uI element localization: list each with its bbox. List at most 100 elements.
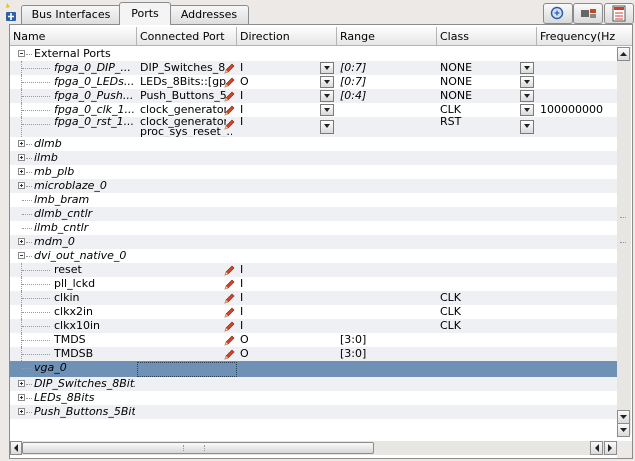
table-row[interactable]: fpga_0_LEDs... LEDs_8Bits::[gpi... O [0:7] N…: [10, 75, 617, 89]
class-dropdown[interactable]: [520, 120, 534, 134]
frequency-value: 100000000: [540, 103, 603, 116]
scroll-left-button[interactable]: [10, 441, 22, 455]
tree-expander-icon[interactable]: [18, 168, 25, 175]
edit-pencil-icon[interactable]: [223, 334, 235, 346]
edit-pencil-icon[interactable]: [223, 104, 235, 116]
class-value: CLK: [440, 103, 462, 116]
table-row[interactable]: reset I: [10, 263, 617, 277]
column-header-frequency[interactable]: Frequency(Hz: [537, 27, 632, 46]
edit-pencil-icon[interactable]: [223, 264, 235, 276]
direction-dropdown[interactable]: [320, 62, 334, 74]
table-row[interactable]: clkin I CLK: [10, 291, 617, 305]
connected-port-value: clock_generator...: [140, 103, 226, 116]
tab-bus-interfaces[interactable]: Bus Interfaces: [21, 5, 121, 24]
class-dropdown[interactable]: [520, 90, 534, 102]
tree-line: [22, 368, 32, 369]
direction-dropdown[interactable]: [320, 104, 334, 116]
table-row[interactable]: ilmb: [10, 151, 617, 165]
table-row[interactable]: dlmb: [10, 137, 617, 151]
class-dropdown[interactable]: [520, 62, 534, 74]
table-row[interactable]: DIP_Switches_8Bits: [10, 377, 617, 391]
table-row[interactable]: dvi_out_native_0: [10, 249, 617, 263]
tree-line: [26, 412, 32, 413]
tab-ports[interactable]: Ports: [119, 2, 171, 25]
tree-line: [22, 298, 50, 299]
horizontal-scroll-thumb[interactable]: [22, 442, 374, 454]
port-name: ilmb: [34, 151, 58, 164]
tree-expander-icon[interactable]: [18, 380, 25, 387]
table-row[interactable]: Push_Buttons_5Bits: [10, 405, 617, 419]
horizontal-scrollbar[interactable]: [10, 441, 617, 455]
class-dropdown[interactable]: [520, 104, 534, 116]
column-header-connected-port[interactable]: Connected Port: [137, 27, 237, 46]
scroll-up-button[interactable]: [617, 47, 630, 61]
table-row[interactable]: fpga_0_clk_1... clock_generator... I CLK 100…: [10, 103, 617, 117]
table-row[interactable]: TMDS O [3:0]: [10, 333, 617, 347]
tree-expander-icon[interactable]: [18, 238, 25, 245]
edit-pencil-icon[interactable]: [223, 320, 235, 332]
new-port-icon[interactable]: [4, 2, 20, 22]
table-row[interactable]: ilmb_cntlr: [10, 221, 617, 235]
tree-expander-icon[interactable]: [18, 154, 25, 161]
table-row[interactable]: mdm_0: [10, 235, 617, 249]
tab-addresses[interactable]: Addresses: [169, 5, 249, 24]
tree-expander-icon[interactable]: [18, 140, 25, 147]
table-row[interactable]: lmb_bram: [10, 193, 617, 207]
tab-label: Addresses: [180, 8, 238, 21]
edit-pencil-icon[interactable]: [223, 90, 235, 102]
tree-expander-icon[interactable]: [18, 394, 25, 401]
column-header-class[interactable]: Class: [437, 27, 537, 46]
edit-pencil-icon[interactable]: [223, 118, 235, 130]
scroll-down-end-button[interactable]: [617, 423, 630, 437]
tree-expander-icon[interactable]: [18, 50, 25, 57]
table-row[interactable]: TMDSB O [3:0]: [10, 347, 617, 361]
port-name: mdm_0: [34, 235, 75, 248]
tree-expander-icon[interactable]: [18, 252, 25, 259]
class-dropdown[interactable]: [520, 76, 534, 88]
column-header-range[interactable]: Range: [337, 27, 437, 46]
zoom-button[interactable]: [543, 3, 573, 24]
edit-pencil-icon[interactable]: [223, 348, 235, 360]
column-header-name[interactable]: Name: [10, 27, 137, 46]
edit-pencil-icon[interactable]: [223, 62, 235, 74]
class-value: NONE: [440, 61, 473, 74]
scroll-corner: [617, 441, 632, 458]
filter-button[interactable]: [604, 3, 634, 24]
vertical-scrollbar[interactable]: [617, 47, 631, 437]
class-value: NONE: [440, 75, 473, 88]
scroll-down-button[interactable]: [617, 410, 630, 424]
direction-dropdown[interactable]: [320, 120, 334, 134]
tree-expander-icon[interactable]: [18, 408, 25, 415]
edit-pencil-icon[interactable]: [223, 292, 235, 304]
table-row[interactable]: External Ports: [10, 47, 617, 61]
direction-dropdown[interactable]: [320, 76, 334, 88]
table-row[interactable]: fpga_0_rst_1...clock_generator...proc_sy…: [10, 117, 617, 137]
direction-value: I: [240, 277, 244, 290]
direction-dropdown[interactable]: [320, 90, 334, 102]
table-row[interactable]: clkx2in I CLK: [10, 305, 617, 319]
direction-value: I: [240, 263, 244, 276]
scroll-left-end-button[interactable]: [590, 441, 603, 455]
arrow-left-icon: [595, 444, 599, 452]
range-value: [0:7]: [340, 75, 367, 88]
edit-pencil-icon[interactable]: [223, 306, 235, 318]
table-row[interactable]: microblaze_0: [10, 179, 617, 193]
scroll-grip[interactable]: [620, 217, 626, 243]
table-row[interactable]: pll_lckd I: [10, 277, 617, 291]
top-bar: Bus Interfaces Ports Addresses: [0, 0, 635, 26]
table-row[interactable]: fpga_0_DIP_... DIP_Switches_8... I [0:7] NON…: [10, 61, 617, 75]
column-header-direction[interactable]: Direction: [237, 27, 337, 46]
table-row[interactable]: vga_0: [10, 361, 617, 377]
edit-pencil-icon[interactable]: [223, 76, 235, 88]
scroll-right-button[interactable]: [604, 441, 617, 455]
table-row[interactable]: fpga_0_Push... Push_Buttons_5... I [0:4] NON…: [10, 89, 617, 103]
table-row[interactable]: dlmb_cntlr: [10, 207, 617, 221]
port-name: Push_Buttons_5Bits: [34, 405, 135, 418]
connect-button[interactable]: [573, 3, 603, 24]
table-row[interactable]: clkx10in I CLK: [10, 319, 617, 333]
tree-expander-icon[interactable]: [18, 182, 25, 189]
table-row[interactable]: LEDs_8Bits: [10, 391, 617, 405]
filter-list-icon: [612, 5, 626, 22]
table-row[interactable]: mb_plb: [10, 165, 617, 179]
edit-pencil-icon[interactable]: [223, 278, 235, 290]
